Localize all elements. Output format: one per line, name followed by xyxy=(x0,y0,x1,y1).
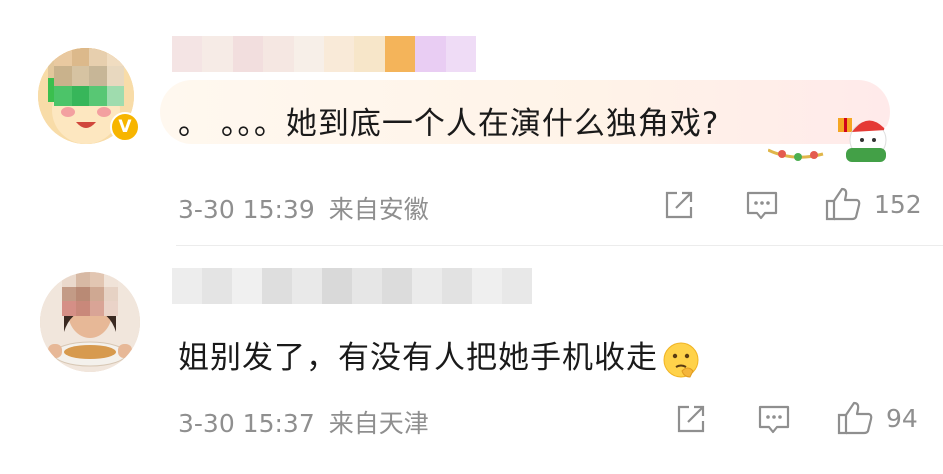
comment-text: 。 。。。她到底一个人在演什么独角戏? xyxy=(178,106,720,142)
like-button[interactable]: 152 xyxy=(824,186,922,222)
comment-meta: 3-30 15:39 来自安徽 xyxy=(178,190,429,226)
thinking-face-emoji-icon xyxy=(663,342,699,378)
like-icon xyxy=(837,401,873,435)
username-blurred[interactable] xyxy=(172,268,532,304)
comment-time: 3-30 15:37 xyxy=(178,409,315,438)
like-button[interactable]: 94 xyxy=(836,400,918,436)
comment-location: 来自安徽 xyxy=(328,195,429,224)
comment-location: 来自天津 xyxy=(328,409,429,438)
christmas-pendant-icon xyxy=(768,118,892,162)
share-button[interactable] xyxy=(674,402,708,436)
username-blurred[interactable] xyxy=(172,36,476,72)
comment-icon xyxy=(758,405,790,434)
comment-button[interactable] xyxy=(756,402,792,436)
comment-time: 3-30 15:39 xyxy=(178,195,315,224)
share-button[interactable] xyxy=(662,188,696,222)
share-icon xyxy=(665,191,693,219)
avatar-mosaic xyxy=(54,48,124,106)
comment-meta: 3-30 15:37 来自天津 xyxy=(178,404,429,440)
comment-icon xyxy=(746,191,778,220)
like-icon xyxy=(825,187,861,221)
comment-item: 姐别发了，有没有人把她手机收走 3-30 15:37 来自天津 94 xyxy=(0,246,943,474)
like-count: 152 xyxy=(874,189,922,219)
verified-badge-icon: V xyxy=(110,112,140,142)
like-count: 94 xyxy=(886,403,918,433)
comment-item: V 。 。。。她到底一个人在演什么独角戏? 3-30 15:39 来自安徽 15… xyxy=(0,0,943,245)
avatar-mosaic xyxy=(62,272,118,316)
share-icon xyxy=(677,405,705,433)
avatar[interactable] xyxy=(40,272,140,372)
comment-button[interactable] xyxy=(744,188,780,222)
comment-text: 姐别发了，有没有人把她手机收走 xyxy=(178,332,700,379)
